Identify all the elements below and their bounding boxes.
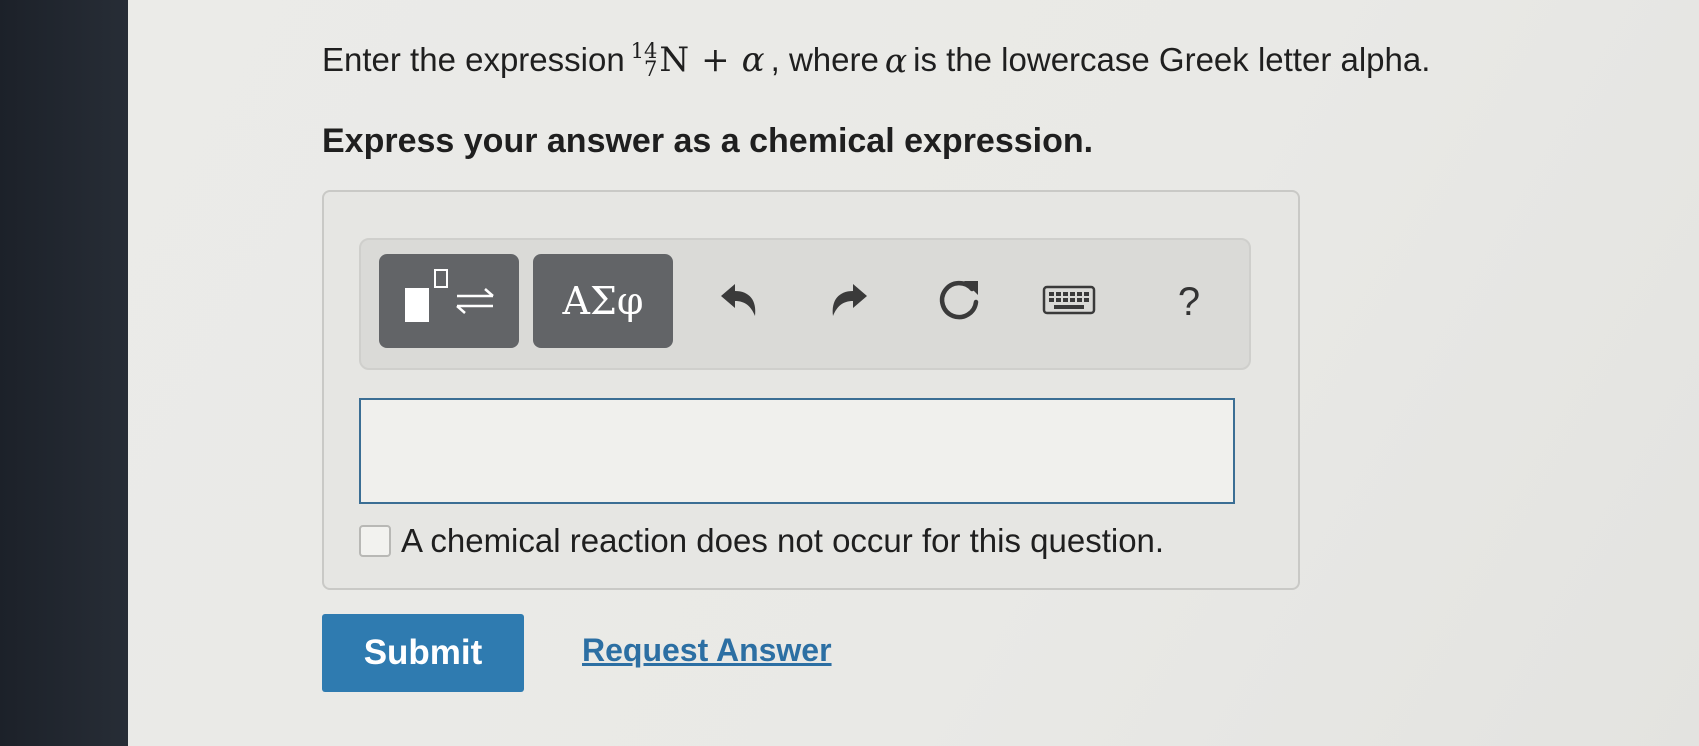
templates-button[interactable]: [379, 254, 519, 348]
alpha-symbol: α: [741, 40, 765, 80]
reset-icon: [934, 275, 984, 330]
question-prompt: Enter the expression 14 7 N + α , where …: [322, 40, 1430, 80]
answer-input[interactable]: [359, 398, 1235, 504]
answer-instruction: Express your answer as a chemical expres…: [322, 122, 1094, 160]
keyboard-icon: [1042, 285, 1096, 320]
submit-button[interactable]: Submit: [322, 614, 524, 692]
greek-letters-label: ΑΣφ: [562, 279, 644, 323]
prompt-text-before: Enter the expression: [322, 41, 625, 78]
prompt-text-after: is the lowercase Greek letter alpha.: [913, 41, 1431, 78]
no-reaction-checkbox[interactable]: [359, 525, 391, 557]
no-reaction-label: A chemical reaction does not occur for t…: [401, 522, 1165, 559]
request-answer-link[interactable]: Request Answer: [582, 632, 832, 669]
atomic-number: 7: [644, 57, 658, 81]
isotope-numbers: 14 7: [631, 41, 658, 81]
keyboard-button[interactable]: [1037, 270, 1101, 334]
prompt-text-middle: , where: [770, 41, 879, 78]
greek-letters-button[interactable]: ΑΣφ: [533, 254, 673, 348]
math-toolbar: ΑΣφ ?: [359, 238, 1251, 370]
answer-panel: ΑΣφ ? A chemical reaction does not occur…: [322, 190, 1300, 590]
redo-button[interactable]: [817, 270, 881, 334]
prompt-alpha-symbol: α: [884, 40, 908, 80]
help-icon: ?: [1177, 279, 1201, 324]
redo-icon: [825, 280, 873, 325]
no-reaction-option[interactable]: A chemical reaction does not occur for t…: [359, 522, 1164, 560]
help-button[interactable]: ?: [1157, 270, 1221, 334]
reset-button[interactable]: [927, 270, 991, 334]
plus-operator: +: [701, 40, 730, 80]
left-dark-panel: [0, 0, 128, 746]
element-symbol: N: [659, 40, 690, 80]
templates-icon: [399, 264, 499, 339]
undo-icon: [715, 280, 763, 325]
undo-button[interactable]: [707, 270, 771, 334]
expression-math: 14 7 N + α: [631, 40, 765, 80]
